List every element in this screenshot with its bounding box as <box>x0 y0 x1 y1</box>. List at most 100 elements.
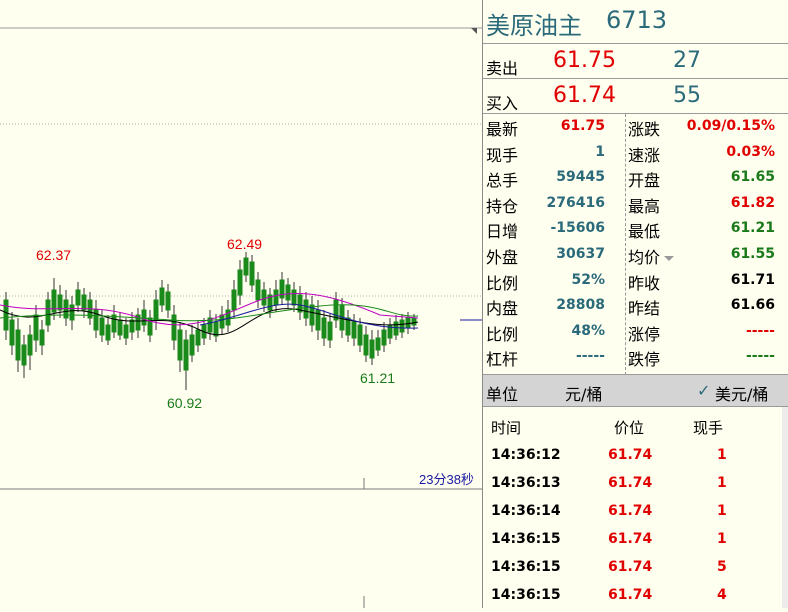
candle-body <box>183 339 189 371</box>
candle-body <box>165 291 171 311</box>
candle-body <box>291 289 297 306</box>
candle-body <box>15 329 21 361</box>
candle-body <box>111 314 117 333</box>
stats-row: 持仓 276416 最高 61.82 <box>483 192 788 217</box>
candle-body <box>177 329 183 361</box>
candle-body <box>57 294 63 311</box>
stats-table: 最新 61.75 涨跌 0.09/0.15% 现手 1 速涨 0.03% 总手 59445 开盘 61… <box>483 114 788 375</box>
tick-list[interactable]: 时间 价位 现手 14:36:12 61.74 1 14:36:13 61.74 1 14:… <box>483 407 788 608</box>
candle-body <box>261 289 267 306</box>
stat-value: 59445 <box>556 169 605 186</box>
stat-value: 276416 <box>546 194 605 211</box>
tick-list-scrollbar[interactable] <box>782 407 788 608</box>
candle-body <box>237 269 243 296</box>
stat-label: 内盘 <box>486 299 519 319</box>
stat-label: 均价 <box>628 248 661 267</box>
bid-row[interactable]: 买入 61.74 55 <box>483 79 788 114</box>
candle-body <box>351 321 357 339</box>
check-icon[interactable]: ✓ <box>697 381 710 400</box>
candle-body <box>159 287 165 306</box>
stat-value: 61.75 <box>560 118 605 134</box>
stat-label: 最新 <box>486 120 519 139</box>
tick-row[interactable]: 14:36:14 61.74 1 <box>483 499 783 527</box>
tick-price: 61.74 <box>608 531 653 547</box>
candle-body <box>231 289 237 311</box>
high-label-1: 62.37 <box>36 247 71 263</box>
candlestick-chart[interactable]: 62.37 62.49 60.92 61.21 23分38秒 <box>0 0 482 608</box>
stat-value: 61.71 <box>730 271 775 288</box>
candle-body <box>405 317 411 329</box>
dropdown-icon[interactable] <box>664 256 674 261</box>
tick-time: 14:36:13 <box>491 475 561 491</box>
candle-body <box>141 309 147 326</box>
candle-body <box>129 319 135 333</box>
candle-body <box>399 319 405 333</box>
stats-row: 现手 1 速涨 0.03% <box>483 141 788 166</box>
candle-body <box>285 284 291 301</box>
high-label-2: 62.49 <box>227 236 262 252</box>
stat-label: 杠杆 <box>486 350 519 370</box>
tick-time: 14:36:15 <box>491 587 561 603</box>
tick-volume: 1 <box>717 531 727 547</box>
stat-value: 28808 <box>556 297 605 314</box>
tick-volume: 1 <box>717 447 727 463</box>
stat-value: 61.65 <box>730 169 775 186</box>
tick-header-price: 价位 <box>614 419 645 437</box>
tick-time: 14:36:15 <box>491 559 561 575</box>
stat-label: 持仓 <box>486 196 519 216</box>
stat-value: 52% <box>571 271 605 288</box>
ask-row[interactable]: 卖出 61.75 27 <box>483 44 788 79</box>
tick-volume: 1 <box>717 503 727 519</box>
stats-row: 内盘 28808 昨结 61.66 <box>483 294 788 319</box>
candle-body <box>189 334 195 356</box>
tick-header-time: 时间 <box>491 419 522 437</box>
tick-row[interactable]: 14:36:15 61.74 1 <box>483 527 783 555</box>
candle-body <box>105 324 111 341</box>
stat-label: 跌停 <box>628 350 661 370</box>
stat-label: 总手 <box>486 171 519 191</box>
tick-header-volume: 现手 <box>693 419 724 437</box>
stat-label: 比例 <box>486 324 519 344</box>
tick-row[interactable]: 14:36:13 61.74 1 <box>483 471 783 499</box>
stats-row: 外盘 30637 均价 61.55 <box>483 243 788 268</box>
candle-body <box>81 294 87 311</box>
tick-row[interactable]: 14:36:15 61.74 4 <box>483 583 783 611</box>
candle-body <box>279 279 285 299</box>
tick-row[interactable]: 14:36:15 61.74 5 <box>483 555 783 583</box>
stats-row: 比例 48% 涨停 ----- <box>483 320 788 345</box>
stat-label: 最低 <box>628 222 661 242</box>
candle-body <box>411 317 417 326</box>
candle-body <box>327 321 333 341</box>
stat-label: 昨结 <box>628 299 661 319</box>
tick-time: 14:36:12 <box>491 447 561 463</box>
low-label-2: 61.21 <box>360 370 395 386</box>
quote-panel: 美原油主 6713 卖出 61.75 27 买入 61.74 55 最新 61.7… <box>471 0 788 608</box>
ask-volume: 27 <box>673 48 701 73</box>
unit-label: 单位 <box>486 385 519 404</box>
bid-label: 买入 <box>486 94 519 113</box>
candle-body <box>273 289 279 306</box>
tick-price: 61.74 <box>608 475 653 491</box>
tick-time: 14:36:14 <box>491 503 561 519</box>
candle-body <box>45 299 51 326</box>
tick-volume: 1 <box>717 475 727 491</box>
candle-body <box>21 344 27 366</box>
tick-row[interactable]: 14:36:12 61.74 1 <box>483 443 783 471</box>
candle-body <box>27 334 33 356</box>
candle-body <box>153 299 159 321</box>
stat-value: 1 <box>595 143 605 160</box>
panel-collapse-icon[interactable] <box>471 28 477 34</box>
candle-body <box>123 324 129 339</box>
bid-volume: 55 <box>673 83 701 108</box>
stat-value: 30637 <box>556 246 605 262</box>
tick-price: 61.74 <box>608 503 653 519</box>
stat-label: 昨收 <box>628 273 661 293</box>
candle-body <box>369 339 375 359</box>
tick-volume: 5 <box>717 559 727 575</box>
chart-canvas[interactable]: 62.37 62.49 60.92 61.21 23分38秒 <box>0 0 482 608</box>
candle-body <box>357 324 363 346</box>
candle-body <box>39 329 45 346</box>
bar-countdown: 23分38秒 <box>419 472 474 487</box>
alt-unit-toggle[interactable]: 美元/桶 <box>715 381 768 405</box>
stats-row: 杠杆 ----- 跌停 ----- <box>483 345 788 370</box>
